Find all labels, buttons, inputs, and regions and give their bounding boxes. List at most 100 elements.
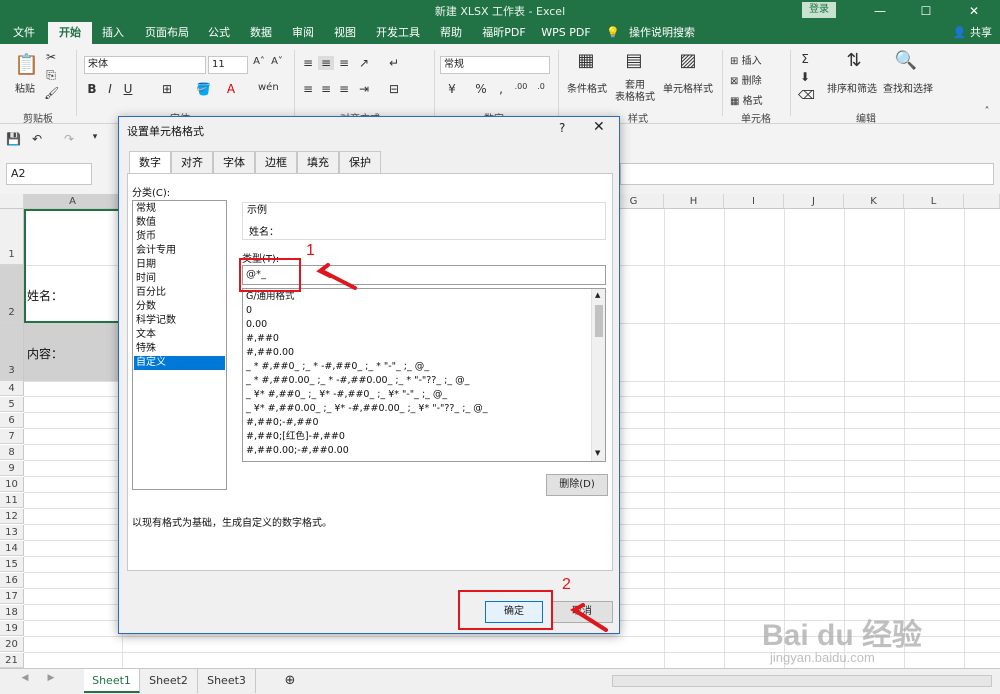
align-top-icon[interactable]: ≡: [300, 56, 316, 70]
conditional-format-icon[interactable]: ▦: [574, 50, 598, 71]
row-header-19[interactable]: 19: [0, 621, 24, 636]
find-select-icon[interactable]: 🔍: [894, 50, 918, 71]
save-icon[interactable]: 💾: [6, 132, 21, 146]
align-middle-icon[interactable]: ≡: [318, 56, 334, 70]
copy-icon[interactable]: ⎘: [44, 68, 58, 83]
tab-protection[interactable]: 保护: [339, 151, 381, 173]
align-bottom-icon[interactable]: ≡: [336, 56, 352, 70]
column-header-j[interactable]: J: [784, 194, 844, 209]
delete-format-button[interactable]: 删除(D): [546, 474, 608, 496]
bold-icon[interactable]: B: [86, 82, 98, 96]
close-icon[interactable]: ✕: [952, 0, 996, 22]
tab-page-layout[interactable]: 页面布局: [138, 22, 196, 44]
align-right-icon[interactable]: ≡: [336, 82, 352, 96]
shrink-font-icon[interactable]: A˅: [270, 56, 284, 67]
format-item[interactable]: _ * #,##0.00_ ;_ * -#,##0.00_ ;_ * "-"??…: [246, 374, 469, 388]
column-header-h[interactable]: H: [664, 194, 724, 209]
format-list-scrollbar[interactable]: ▲ ▼: [591, 289, 605, 461]
autosum-icon[interactable]: Σ: [798, 52, 812, 66]
row-header-8[interactable]: 8: [0, 445, 24, 460]
category-list[interactable]: 常规 数值 货币 会计专用 日期 时间 百分比 分数 科学记数 文本 特殊 自定…: [132, 200, 227, 490]
font-color-icon[interactable]: A: [224, 82, 238, 96]
tell-me-search[interactable]: 操作说明搜索: [624, 22, 700, 44]
scroll-thumb[interactable]: [595, 305, 603, 337]
currency-icon[interactable]: ¥: [444, 82, 460, 96]
tab-foxit-pdf[interactable]: 福昕PDF: [476, 22, 532, 44]
row-header-7[interactable]: 7: [0, 429, 24, 444]
row-header-16[interactable]: 16: [0, 573, 24, 588]
table-format-button[interactable]: 套用 表格格式: [610, 80, 660, 104]
category-item[interactable]: 时间: [134, 272, 225, 286]
tab-border[interactable]: 边框: [255, 151, 297, 173]
row-header-6[interactable]: 6: [0, 413, 24, 428]
orientation-icon[interactable]: ↗: [356, 56, 372, 70]
format-item[interactable]: #,##0;-#,##0: [246, 416, 319, 430]
cut-icon[interactable]: ✂: [44, 50, 58, 64]
format-painter-icon[interactable]: 🖌: [44, 86, 59, 100]
format-item[interactable]: 0: [246, 304, 252, 318]
delete-cells-button[interactable]: ⊠ 删除: [730, 72, 780, 87]
increase-decimal-icon[interactable]: .00: [512, 82, 530, 91]
sheet-tab-2[interactable]: Sheet2: [140, 669, 198, 693]
category-item[interactable]: 文本: [134, 328, 225, 342]
category-item[interactable]: 会计专用: [134, 244, 225, 258]
percent-icon[interactable]: %: [474, 82, 488, 96]
tab-file[interactable]: 文件: [4, 22, 44, 44]
login-button[interactable]: 登录: [802, 2, 836, 18]
row-header-9[interactable]: 9: [0, 461, 24, 476]
wrap-text-icon[interactable]: ↵: [386, 56, 402, 70]
font-size-select[interactable]: 11: [208, 56, 248, 74]
collapse-ribbon-icon[interactable]: ˄: [980, 106, 994, 117]
indent-icon[interactable]: ⇥: [356, 82, 372, 96]
add-sheet-icon[interactable]: ⊕: [282, 673, 298, 688]
redo-icon[interactable]: ↷: [62, 132, 76, 146]
underline-icon[interactable]: U: [122, 82, 134, 96]
name-box[interactable]: A2: [6, 163, 92, 185]
row-header-1[interactable]: 1: [0, 209, 24, 265]
row-header-12[interactable]: 12: [0, 509, 24, 524]
insert-cells-button[interactable]: ⊞ 插入: [730, 52, 780, 67]
align-left-icon[interactable]: ≡: [300, 82, 316, 96]
phonetic-icon[interactable]: wén: [258, 82, 279, 93]
row-header-20[interactable]: 20: [0, 637, 24, 652]
column-header-m[interactable]: [964, 194, 1000, 209]
align-center-icon[interactable]: ≡: [318, 82, 334, 96]
formula-input[interactable]: [620, 163, 994, 185]
scroll-left-icon[interactable]: ◀: [20, 673, 30, 683]
find-select-button[interactable]: 查找和选择: [880, 80, 936, 95]
tab-wps-pdf[interactable]: WPS PDF: [538, 22, 594, 44]
format-item[interactable]: _ * #,##0_ ;_ * -#,##0_ ;_ * "-"_ ;_ @_: [246, 360, 429, 374]
category-item[interactable]: 货币: [134, 230, 225, 244]
help-icon[interactable]: ?: [559, 121, 565, 135]
row-header-3[interactable]: 3: [0, 323, 24, 381]
format-item[interactable]: #,##0;[红色]-#,##0: [246, 430, 345, 444]
tab-number[interactable]: 数字: [129, 151, 171, 174]
clear-icon[interactable]: ⌫: [798, 88, 815, 102]
cell-a3[interactable]: 内容：: [27, 345, 63, 362]
format-item[interactable]: #,##0: [246, 332, 279, 346]
row-header-2[interactable]: 2: [0, 265, 24, 323]
row-header-14[interactable]: 14: [0, 541, 24, 556]
column-header-k[interactable]: K: [844, 194, 904, 209]
cell-style-icon[interactable]: ▨: [676, 50, 700, 71]
tab-alignment[interactable]: 对齐: [171, 151, 213, 173]
scroll-down-icon[interactable]: ▼: [595, 449, 600, 457]
sort-filter-icon[interactable]: ⇅: [842, 50, 866, 71]
column-header-i[interactable]: I: [724, 194, 784, 209]
format-code-list[interactable]: G/通用格式 0 0.00 #,##0 #,##0.00 _ * #,##0_ …: [242, 288, 606, 462]
row-header-17[interactable]: 17: [0, 589, 24, 604]
row-header-21[interactable]: 21: [0, 653, 24, 668]
category-item[interactable]: 日期: [134, 258, 225, 272]
category-item[interactable]: 数值: [134, 216, 225, 230]
horizontal-scrollbar[interactable]: [612, 675, 992, 687]
dialog-close-icon[interactable]: ✕: [593, 119, 605, 135]
tab-review[interactable]: 审阅: [286, 22, 320, 44]
italic-icon[interactable]: I: [104, 82, 116, 96]
format-item[interactable]: #,##0.00;-#,##0.00: [246, 444, 349, 458]
fill-icon[interactable]: ⬇: [798, 70, 812, 84]
customize-qat-icon[interactable]: ▾: [90, 132, 100, 142]
table-format-icon[interactable]: ▤: [622, 50, 646, 71]
column-header-l[interactable]: L: [904, 194, 964, 209]
format-item[interactable]: _ ¥* #,##0.00_ ;_ ¥* -#,##0.00_ ;_ ¥* "-…: [246, 402, 487, 416]
comma-icon[interactable]: ,: [494, 82, 508, 96]
